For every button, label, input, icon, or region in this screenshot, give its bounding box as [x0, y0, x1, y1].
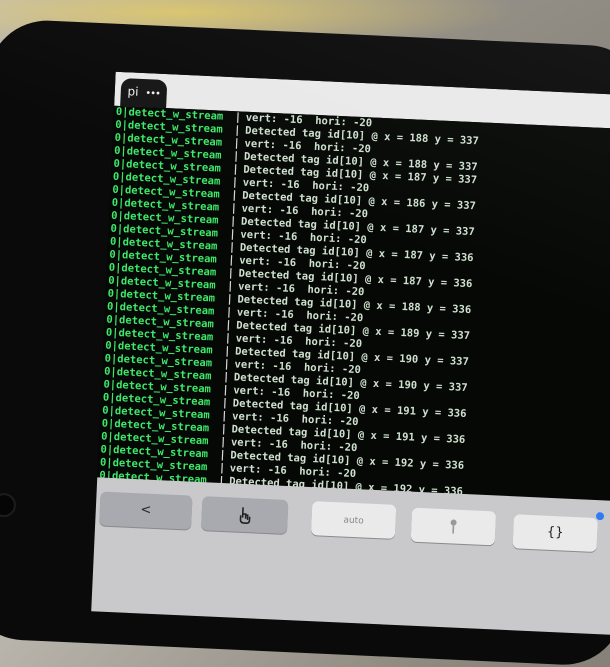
- back-key-label: <: [140, 502, 152, 518]
- terminal-line-sep: |: [226, 293, 234, 306]
- pin-key[interactable]: [410, 507, 497, 546]
- terminal-line-sep: |: [230, 202, 238, 215]
- terminal-line-sep: |: [221, 396, 229, 410]
- terminal-line-sep: |: [229, 215, 237, 228]
- terminal-line-sep: |: [219, 448, 227, 462]
- terminal-line-sep: |: [227, 254, 235, 267]
- terminal-line-sep: |: [231, 176, 239, 189]
- terminal-line-sep: |: [220, 409, 228, 423]
- terminal-line-sep: |: [228, 241, 236, 254]
- terminal-line-sep: |: [219, 435, 227, 449]
- terminal-line-sep: |: [233, 124, 241, 137]
- terminal-line-sep: |: [234, 111, 242, 124]
- tablet-device: pi ••• 0|detect_w_stream | vert: -16 hori:…: [0, 18, 610, 667]
- back-key[interactable]: <: [99, 491, 193, 530]
- keyboard-accessory-bar: < auto {}: [91, 475, 610, 635]
- tab-label: pi: [127, 84, 139, 99]
- tab-pi[interactable]: pi •••: [120, 78, 168, 109]
- tab-menu-icon[interactable]: •••: [145, 88, 160, 100]
- input-mode-key[interactable]: auto: [310, 501, 397, 539]
- terminal-line-sep: |: [220, 422, 228, 436]
- terminal-line-sep: |: [232, 150, 240, 163]
- brace-key-label: {}: [546, 524, 564, 541]
- hand-tap-icon: [239, 506, 251, 524]
- tablet-screen: pi ••• 0|detect_w_stream | vert: -16 hori:…: [91, 71, 610, 635]
- terminal-line-sep: |: [225, 318, 232, 332]
- terminal-output[interactable]: 0|detect_w_stream | vert: -16 hori: -20 0|d…: [97, 105, 610, 501]
- terminal-line-sep: |: [222, 370, 230, 384]
- notification-dot: [595, 512, 605, 521]
- input-mode-label: auto: [343, 515, 364, 527]
- terminal-line-sep: |: [222, 383, 229, 397]
- terminal-line-sep: |: [224, 331, 232, 345]
- terminal-line-sep: |: [223, 357, 231, 371]
- terminal-line-sep: |: [226, 280, 234, 293]
- pin-icon: [450, 519, 457, 534]
- gesture-key[interactable]: [200, 496, 289, 534]
- terminal-line-sep: |: [230, 189, 238, 202]
- brace-key[interactable]: {}: [512, 514, 598, 553]
- home-button[interactable]: [0, 492, 17, 518]
- terminal-line-sep: |: [229, 228, 237, 241]
- terminal-line-sep: |: [218, 461, 226, 475]
- terminal-line-sep: |: [225, 306, 233, 319]
- terminal-line-sep: |: [232, 163, 239, 176]
- terminal-line-sep: |: [233, 137, 241, 150]
- terminal-line-sep: |: [227, 267, 235, 280]
- terminal-line-sep: |: [223, 344, 231, 358]
